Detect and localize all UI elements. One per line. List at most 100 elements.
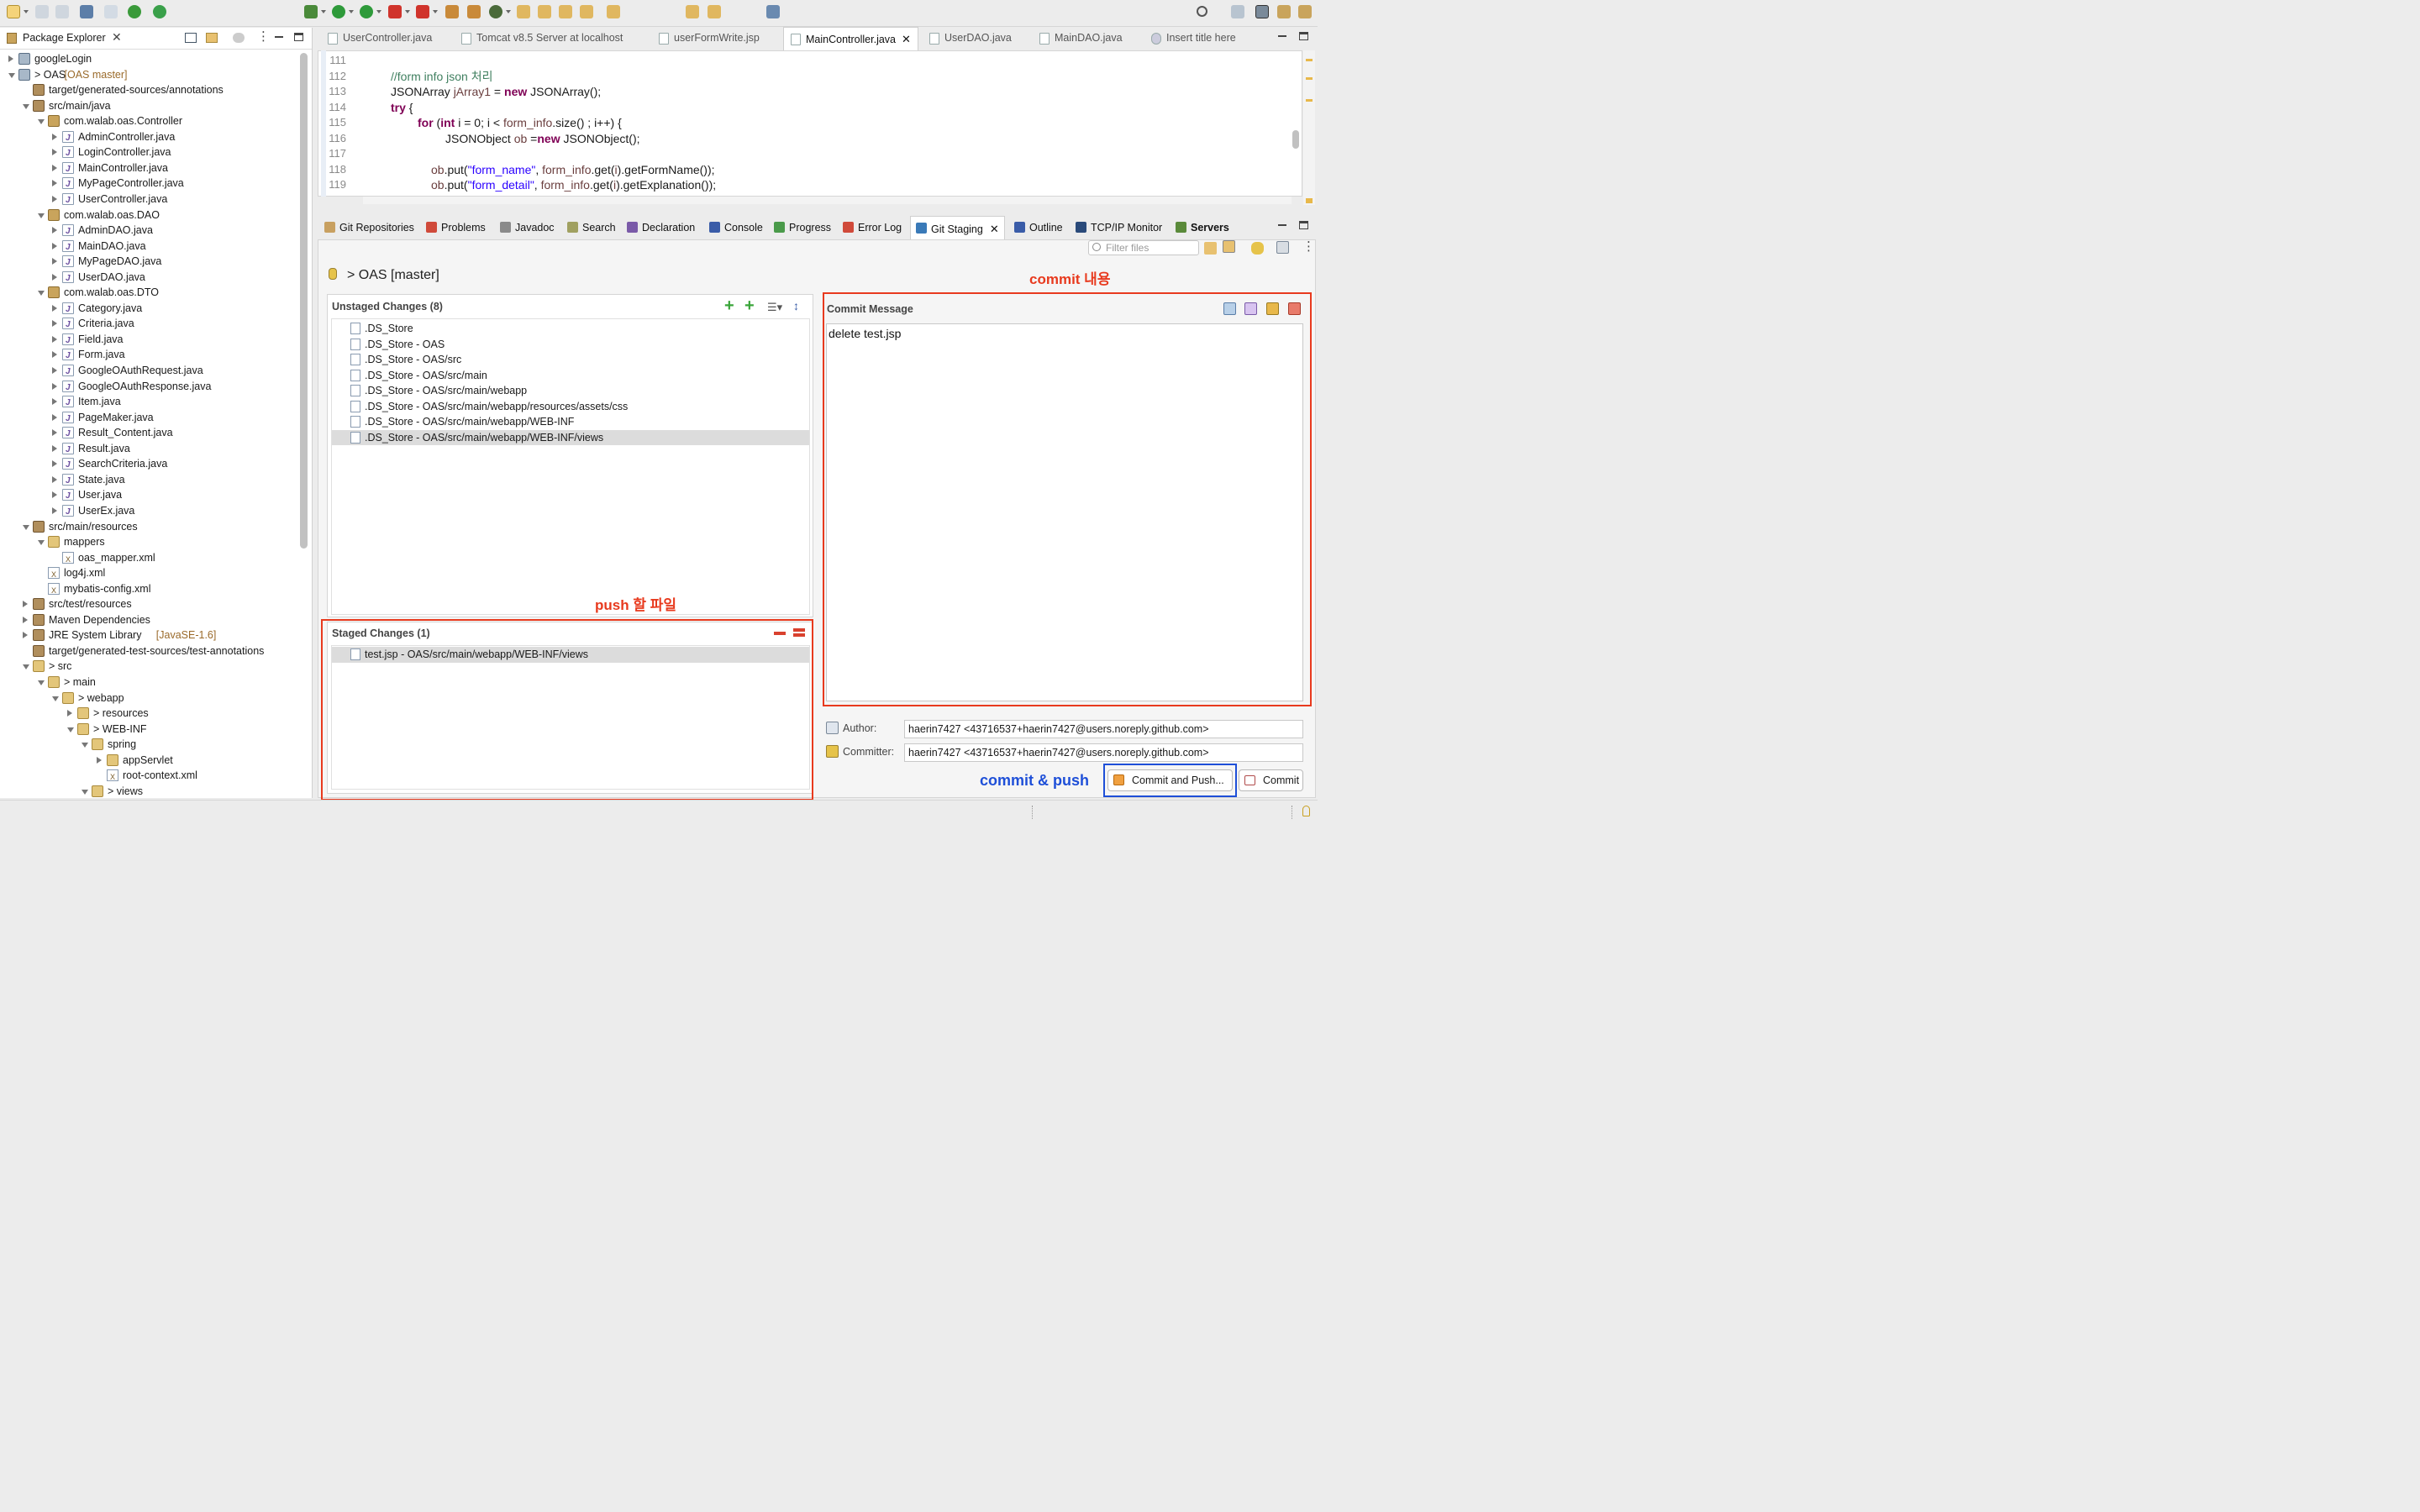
java-file-item[interactable]: State.java [0, 472, 299, 489]
inspect-icon[interactable] [104, 5, 118, 18]
collapsed-arrow-icon[interactable] [67, 710, 72, 717]
view-menu-icon[interactable]: ⋮ [257, 29, 270, 44]
collapse-all-icon[interactable] [185, 33, 197, 43]
editor-maximize-icon[interactable] [1299, 32, 1308, 40]
unstaged-file-item[interactable]: .DS_Store - OAS/src/main/webapp/resource… [332, 399, 809, 415]
view-tab[interactable]: Declaration [622, 216, 700, 239]
expanded-arrow-icon[interactable] [38, 291, 45, 297]
java-file-item[interactable]: UserDAO.java [0, 270, 299, 286]
unstaged-file-item[interactable]: .DS_Store - OAS/src/main [332, 368, 809, 384]
close-icon[interactable]: ✕ [990, 223, 999, 235]
warning-marker[interactable] [1306, 59, 1313, 61]
collapsed-arrow-icon[interactable] [52, 164, 57, 171]
java-file-item[interactable]: User.java [0, 487, 299, 504]
tree-item[interactable]: src/main/resources [0, 519, 299, 535]
folder-icon[interactable] [538, 5, 551, 18]
unstaged-file-item[interactable]: .DS_Store - OAS/src/main/webapp [332, 383, 809, 399]
stage-selected-icon[interactable]: + [724, 297, 734, 316]
search-icon[interactable] [1197, 6, 1207, 17]
tree-item[interactable]: Maven Dependencies [0, 612, 299, 628]
java-file-item[interactable]: MyPageDAO.java [0, 254, 299, 270]
run-external-icon[interactable] [360, 5, 373, 18]
tree-item[interactable]: > resources [0, 706, 299, 722]
collapsed-arrow-icon[interactable] [52, 351, 57, 359]
collapsed-arrow-icon[interactable] [52, 304, 57, 312]
java-file-item[interactable]: UserController.java [0, 192, 299, 208]
unstaged-file-item[interactable]: .DS_Store - OAS/src [332, 352, 809, 368]
java-file-item[interactable]: PageMaker.java [0, 410, 299, 427]
collapsed-arrow-icon[interactable] [52, 460, 57, 468]
xml-file-item[interactable]: log4j.xml [0, 565, 299, 582]
java-file-item[interactable]: Criteria.java [0, 316, 299, 333]
editor-tab[interactable]: MainController.java ✕ [783, 27, 918, 50]
expanded-arrow-icon[interactable] [82, 743, 88, 748]
back-icon[interactable] [686, 5, 699, 18]
print-icon[interactable] [80, 5, 93, 18]
warning-marker[interactable] [1306, 99, 1313, 102]
editor-tab[interactable]: UserDAO.java [923, 27, 1018, 50]
view-tab[interactable]: Git Staging ✕ [910, 216, 1005, 239]
collapsed-arrow-icon[interactable] [97, 756, 102, 764]
collapsed-arrow-icon[interactable] [52, 149, 57, 156]
warning-marker[interactable] [1306, 198, 1313, 203]
expanded-arrow-icon[interactable] [23, 664, 29, 670]
java-file-item[interactable]: GoogleOAuthResponse.java [0, 379, 299, 396]
compare-mode-icon[interactable] [1223, 240, 1235, 253]
editor-horizontal-scrollbar[interactable] [363, 197, 1292, 204]
tree-item[interactable]: src/test/resources [0, 596, 299, 612]
collapsed-arrow-icon[interactable] [52, 227, 57, 234]
tree-item[interactable]: mappers [0, 534, 299, 550]
java-file-item[interactable]: AdminDAO.java [0, 223, 299, 239]
close-icon[interactable]: ✕ [902, 33, 911, 45]
expanded-arrow-icon[interactable] [52, 696, 59, 701]
tree-item[interactable]: > WEB-INF [0, 722, 299, 738]
java-file-item[interactable]: Result.java [0, 441, 299, 458]
tree-item[interactable]: > src [0, 659, 299, 675]
collapsed-arrow-icon[interactable] [52, 398, 57, 406]
java-file-item[interactable]: LoginController.java [0, 144, 299, 161]
java-file-item[interactable]: SearchCriteria.java [0, 456, 299, 473]
forward-icon[interactable] [708, 5, 721, 18]
committer-field[interactable]: haerin7427 <43716537+haerin7427@users.no… [904, 743, 1303, 762]
java-file-item[interactable]: Field.java [0, 332, 299, 349]
git-perspective-icon[interactable] [1255, 5, 1269, 18]
collapsed-arrow-icon[interactable] [52, 195, 57, 202]
collapsed-arrow-icon[interactable] [52, 335, 57, 343]
editor-tab[interactable]: MainDAO.java [1033, 27, 1129, 50]
author-field[interactable]: haerin7427 <43716537+haerin7427@users.no… [904, 720, 1303, 738]
jee-perspective-icon[interactable] [1298, 5, 1312, 18]
sync-icon[interactable] [1204, 242, 1217, 255]
view-tab[interactable]: Console [704, 216, 768, 239]
editor-tab[interactable]: UserController.java [321, 27, 439, 50]
expanded-arrow-icon[interactable] [38, 680, 45, 685]
collapsed-arrow-icon[interactable] [52, 507, 57, 514]
run-icon[interactable] [332, 5, 345, 18]
java-file-item[interactable]: UserEx.java [0, 503, 299, 520]
tree-item[interactable]: target/generated-sources/annotations [0, 82, 299, 98]
filter-icon[interactable] [233, 33, 245, 43]
presentation-icon[interactable]: ☰▾ [767, 301, 782, 314]
java-file-item[interactable]: MyPageController.java [0, 176, 299, 192]
tree-item[interactable]: JRE System Library [JavaSE-1.6] [0, 627, 299, 643]
folder-up-icon[interactable] [559, 5, 572, 18]
collapsed-arrow-icon[interactable] [52, 382, 57, 390]
package-item[interactable]: com.walab.oas.DTO [0, 285, 299, 301]
expanded-arrow-icon[interactable] [38, 540, 45, 546]
view-minimize-icon[interactable] [1278, 224, 1286, 226]
view-tab[interactable]: Progress [769, 216, 836, 239]
collapsed-arrow-icon[interactable] [8, 55, 13, 62]
view-tab[interactable]: TCP/IP Monitor [1071, 216, 1167, 239]
unstaged-file-item[interactable]: .DS_Store - OAS/src/main/webapp/WEB-INF/… [332, 429, 809, 446]
stop-icon[interactable] [388, 5, 402, 18]
collapsed-arrow-icon[interactable] [52, 180, 57, 187]
tree-item[interactable]: > webapp [0, 690, 299, 706]
expanded-arrow-icon[interactable] [38, 119, 45, 125]
debug-icon[interactable] [304, 5, 318, 18]
editor-minimize-icon[interactable] [1278, 35, 1286, 37]
java-file-item[interactable]: MainController.java [0, 160, 299, 177]
lightbulb-icon[interactable] [1302, 806, 1310, 816]
collapsed-arrow-icon[interactable] [52, 367, 57, 374]
editor-tab[interactable]: userFormWrite.jsp [652, 27, 766, 50]
collapsed-arrow-icon[interactable] [52, 444, 57, 452]
collapsed-arrow-icon[interactable] [23, 601, 28, 608]
